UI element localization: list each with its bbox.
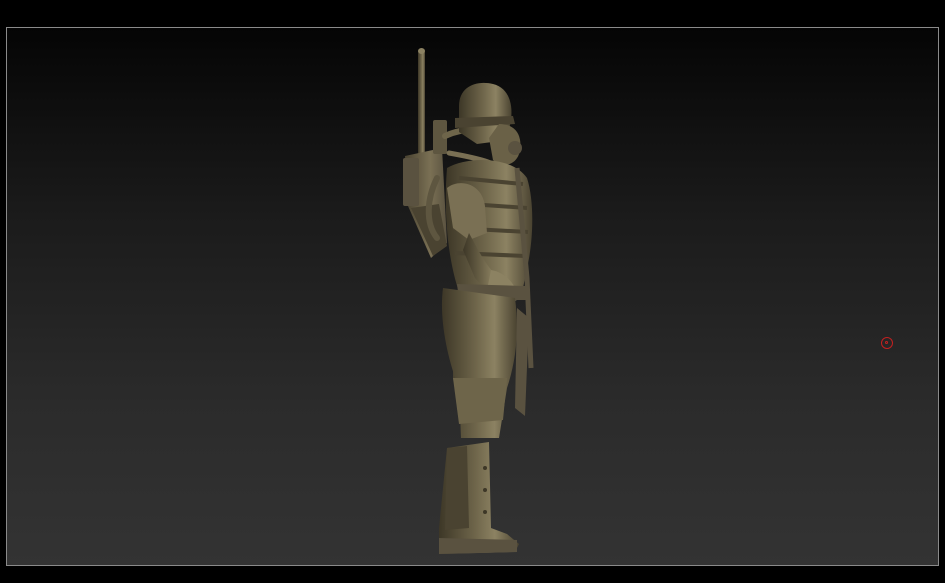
legs bbox=[441, 288, 529, 438]
app-window bbox=[0, 0, 945, 583]
3d-viewport-canvas[interactable] bbox=[6, 27, 939, 566]
brush-cursor-icon[interactable] bbox=[881, 337, 893, 349]
soldier-model[interactable] bbox=[7, 28, 938, 565]
boots bbox=[439, 442, 519, 554]
antenna bbox=[418, 48, 425, 158]
helmet bbox=[455, 82, 522, 165]
